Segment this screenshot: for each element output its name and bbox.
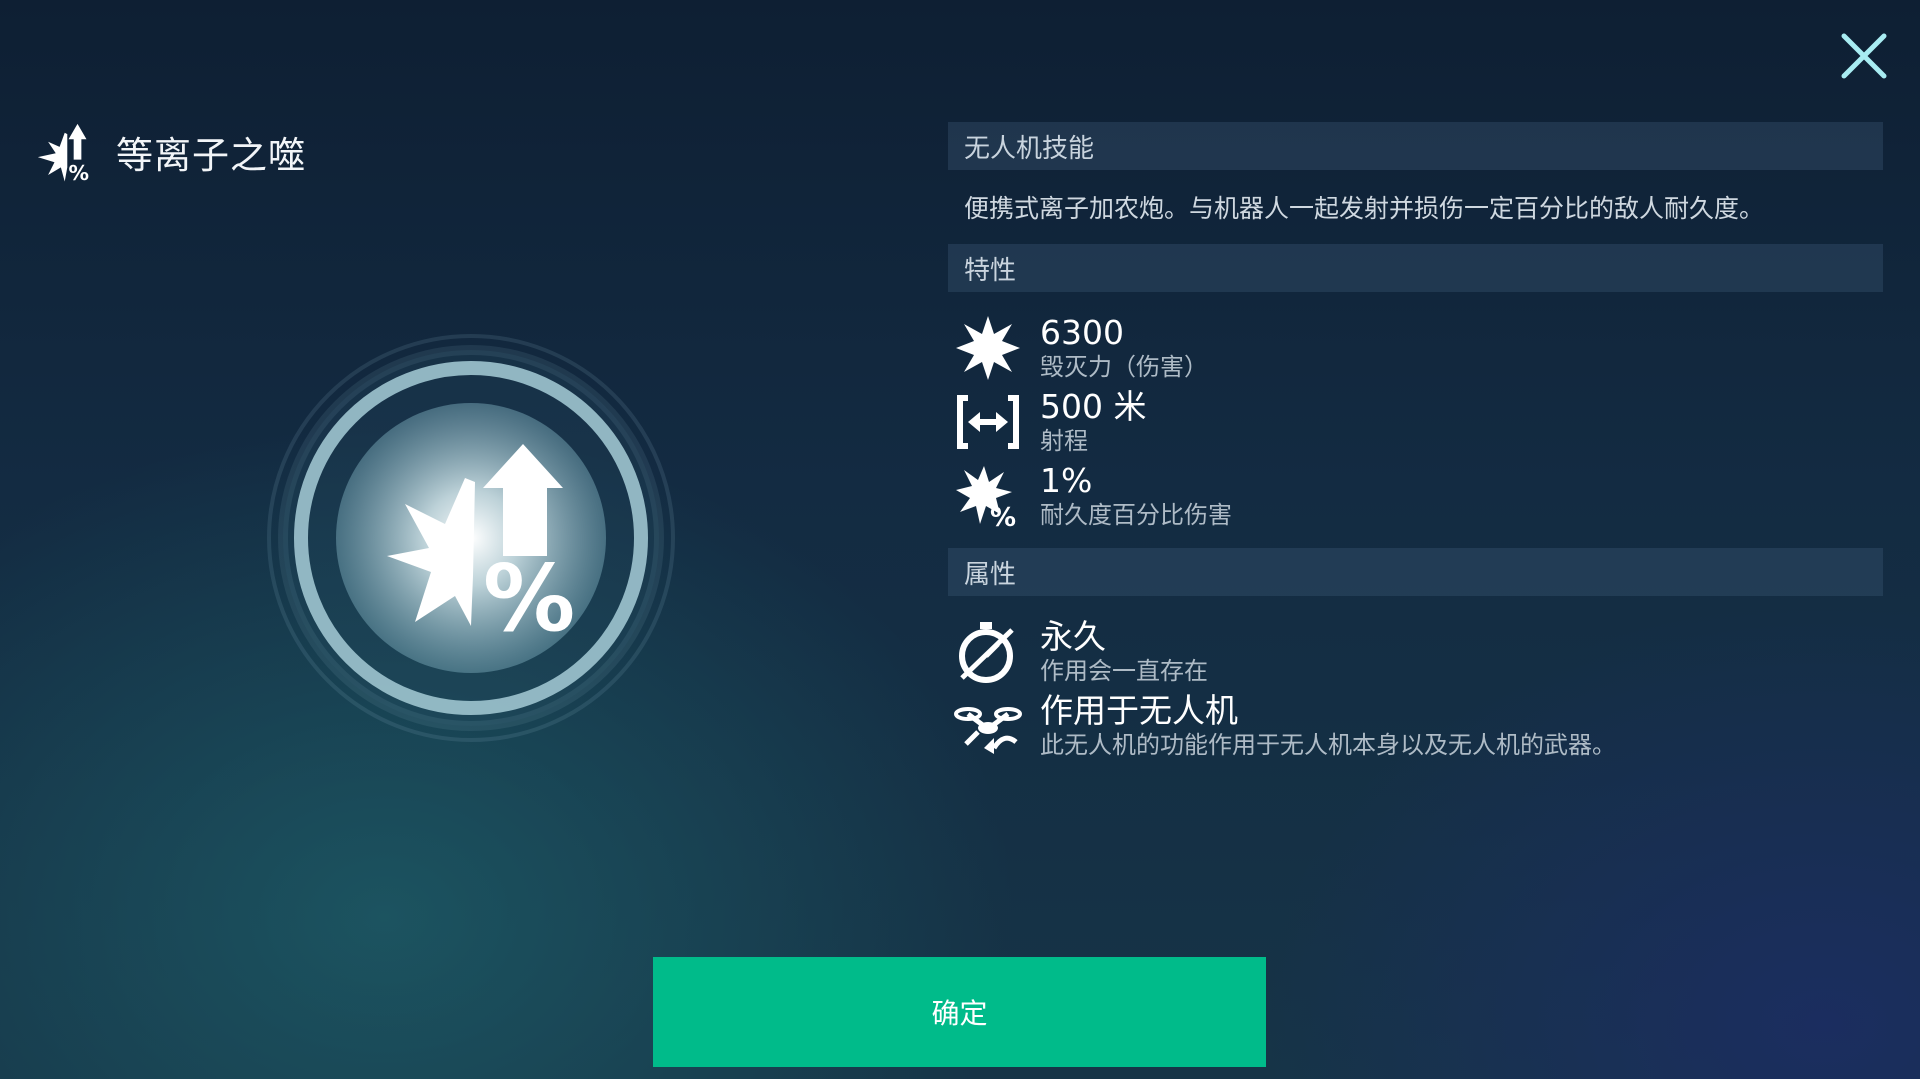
confirm-button[interactable]: 确定: [653, 957, 1266, 1067]
property-permanent-value: 永久: [1040, 617, 1106, 656]
skill-section-header: 无人机技能: [948, 122, 1883, 170]
trait-range-value: 500 米: [1040, 387, 1147, 426]
traits-section-header: 特性: [948, 244, 1883, 292]
property-drone-label: 此无人机的功能作用于无人机本身以及无人机的武器。: [1040, 731, 1616, 759]
svg-text:%: %: [69, 161, 90, 184]
ability-emblem: %: [267, 334, 675, 742]
trait-range-label: 射程: [1040, 427, 1088, 455]
property-permanent: 永久 作用会一直存在: [948, 618, 1883, 692]
close-icon: [1841, 33, 1887, 79]
permanent-timer-icon: [959, 622, 1014, 683]
svg-text:%: %: [483, 545, 575, 652]
property-drone: 作用于无人机 此无人机的功能作用于无人机本身以及无人机的武器。: [948, 692, 1883, 766]
explosion-icon: [956, 316, 1020, 380]
ability-title: 等离子之噬: [116, 134, 306, 177]
properties-list: 永久 作用会一直存在 作用于无人机 此无人机的功能作用于无人机本身以及无人机的武…: [948, 596, 1883, 778]
close-button[interactable]: [1836, 28, 1892, 84]
property-permanent-label: 作用会一直存在: [1040, 657, 1208, 685]
ability-title-bar: % 等离子之噬: [34, 120, 306, 184]
traits-list: 6300 毁灭力（伤害） 500 米 射程 % 1% 耐久度百分比伤害: [948, 292, 1883, 548]
properties-section-header: 属性: [948, 548, 1883, 596]
trait-percent-damage-label: 耐久度百分比伤害: [1040, 501, 1232, 529]
range-icon: [957, 395, 1019, 449]
percent-damage-icon: %: [956, 466, 1016, 530]
trait-damage-value: 6300: [1040, 313, 1124, 352]
skill-description: 便携式离子加农炮。与机器人一起发射并损伤一定百分比的敌人耐久度。: [964, 194, 1765, 223]
plasma-percent-icon: %: [37, 123, 90, 184]
property-drone-value: 作用于无人机: [1040, 691, 1238, 730]
svg-text:%: %: [990, 503, 1016, 530]
trait-percent-damage: % 1% 耐久度百分比伤害: [948, 462, 1883, 536]
trait-damage: 6300 毁灭力（伤害）: [948, 314, 1883, 388]
trait-damage-label: 毁灭力（伤害）: [1040, 353, 1208, 381]
ability-info-panel: 无人机技能 便携式离子加农炮。与机器人一起发射并损伤一定百分比的敌人耐久度。 特…: [948, 122, 1883, 778]
trait-percent-damage-value: 1%: [1040, 461, 1093, 500]
trait-range: 500 米 射程: [948, 388, 1883, 462]
drone-icon: [954, 707, 1022, 754]
